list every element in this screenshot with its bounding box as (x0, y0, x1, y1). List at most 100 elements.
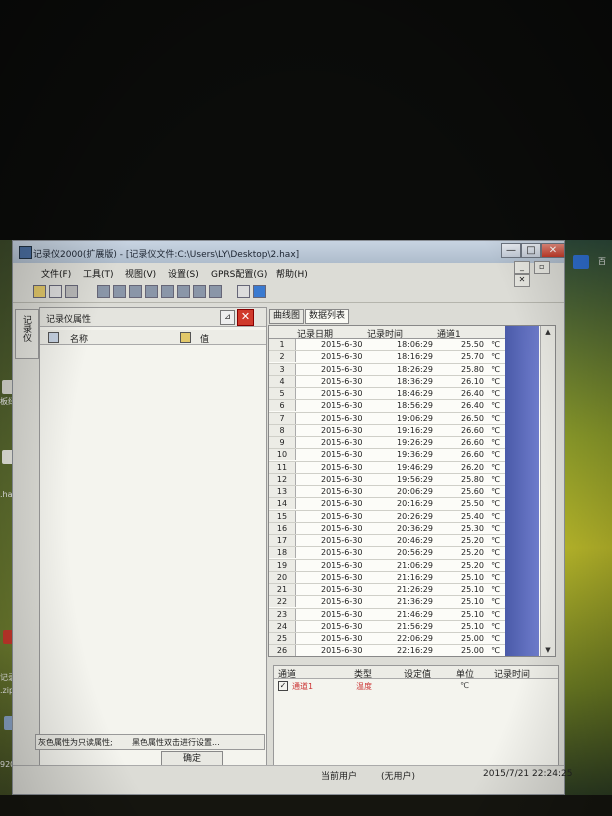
scroll-up-icon[interactable]: ▲ (542, 326, 554, 338)
vertical-scrollbar[interactable]: ▲ ▼ (540, 326, 555, 656)
row-number: 4 (269, 375, 296, 387)
menu-help[interactable]: 帮助(H) (276, 267, 308, 280)
cell-time: 20:56:29 (397, 548, 433, 558)
table-row[interactable]: 2 2015-6-30 18:16:29 25.70 ℃ (269, 351, 505, 364)
table-row[interactable]: 6 2015-6-30 18:56:29 26.40 ℃ (269, 400, 505, 413)
table-row[interactable]: 25 2015-6-30 22:06:29 25.00 ℃ (269, 633, 505, 646)
cell-time: 21:56:29 (397, 621, 433, 631)
cell-date: 2015-6-30 (321, 340, 363, 349)
channel-row[interactable]: ✓ 通道1 温度 ℃ (274, 680, 558, 692)
table-row[interactable]: 22 2015-6-30 21:36:29 25.10 ℃ (269, 596, 505, 609)
cell-unit: ℃ (491, 364, 500, 374)
table-row[interactable]: 12 2015-6-30 19:56:29 25.80 ℃ (269, 473, 505, 486)
add-icon[interactable] (253, 285, 266, 298)
sidebar-tab-logger[interactable]: 记录仪 (15, 309, 39, 359)
table-row[interactable]: 16 2015-6-30 20:36:29 25.30 ℃ (269, 522, 505, 535)
table-row[interactable]: 15 2015-6-30 20:26:29 25.40 ℃ (269, 510, 505, 523)
table-row[interactable]: 11 2015-6-30 19:46:29 26.20 ℃ (269, 461, 505, 474)
column-name[interactable]: 名称 (70, 332, 88, 345)
chart-icon[interactable] (177, 285, 190, 298)
menu-tools[interactable]: 工具(T) (83, 267, 114, 280)
menu-view[interactable]: 视图(V) (125, 267, 156, 280)
cell-date: 2015-6-30 (321, 364, 363, 374)
table-row[interactable]: 26 2015-6-30 22:16:29 25.00 ℃ (269, 645, 505, 656)
column-type[interactable]: 类型 (354, 667, 372, 680)
cell-unit: ℃ (491, 597, 500, 607)
baidu-icon[interactable] (573, 255, 589, 269)
cell-date: 2015-6-30 (321, 474, 363, 484)
grid-icon[interactable] (113, 285, 126, 298)
menu-file[interactable]: 文件(F) (41, 267, 71, 280)
cell-value: 25.10 (461, 597, 484, 607)
title-bar[interactable]: 记录仪2000(扩展版) - [记录仪文件:C:\Users\LY\Deskto… (13, 241, 565, 263)
table-row[interactable]: 9 2015-6-30 19:26:29 26.60 ℃ (269, 437, 505, 450)
table-row[interactable]: 21 2015-6-30 21:26:29 25.10 ℃ (269, 584, 505, 597)
column-unit[interactable]: 单位 (456, 667, 474, 680)
table-row[interactable]: 20 2015-6-30 21:16:29 25.10 ℃ (269, 571, 505, 584)
cell-value: 25.10 (461, 609, 484, 619)
table-row[interactable]: 10 2015-6-30 19:36:29 26.60 ℃ (269, 449, 505, 462)
table-icon[interactable] (237, 285, 250, 298)
panel-close-icon[interactable]: ✕ (237, 309, 254, 326)
diamond-icon[interactable] (129, 285, 142, 298)
cell-time: 20:16:29 (397, 499, 433, 509)
cell-unit: ℃ (491, 523, 500, 533)
column-channel[interactable]: 通道 (278, 667, 296, 680)
cell-unit: ℃ (491, 609, 500, 619)
maximize-button[interactable]: □ (521, 243, 541, 258)
column-value[interactable]: 值 (200, 332, 209, 345)
minimize-button[interactable]: — (501, 243, 521, 258)
row-number: 2 (269, 351, 296, 363)
table-row[interactable]: 4 2015-6-30 18:36:29 26.10 ℃ (269, 375, 505, 388)
cell-time: 20:46:29 (397, 536, 433, 545)
row-number: 22 (269, 596, 296, 608)
table-row[interactable]: 3 2015-6-30 18:26:29 25.80 ℃ (269, 363, 505, 376)
table-row[interactable]: 24 2015-6-30 21:56:29 25.10 ℃ (269, 620, 505, 633)
diamond-icon[interactable] (161, 285, 174, 298)
menu-gprs[interactable]: GPRS配置(G) (211, 267, 267, 280)
pin-icon[interactable]: ⊿ (220, 310, 235, 325)
tab-data-list[interactable]: 数据列表 (305, 309, 350, 324)
table-row[interactable]: 14 2015-6-30 20:16:29 25.50 ℃ (269, 498, 505, 511)
table-row[interactable]: 13 2015-6-30 20:06:29 25.60 ℃ (269, 486, 505, 499)
desktop-icon-label: 百 (598, 257, 606, 266)
row-number: 13 (269, 486, 296, 497)
table-row[interactable]: 1 2015-6-30 18:06:29 25.50 ℃ (269, 339, 505, 352)
row-number: 15 (269, 510, 296, 522)
close-button[interactable]: ✕ (541, 243, 565, 258)
table-row[interactable]: 5 2015-6-30 18:46:29 26.40 ℃ (269, 388, 505, 401)
tab-chart[interactable]: 曲线图 (269, 309, 305, 324)
table-row[interactable]: 18 2015-6-30 20:56:29 25.20 ℃ (269, 547, 505, 560)
row-number: 23 (269, 608, 296, 620)
cell-value: 25.40 (461, 511, 484, 521)
cell-value: 25.00 (461, 634, 484, 643)
save-icon[interactable] (49, 285, 62, 298)
sensor-icon[interactable] (209, 285, 222, 298)
diamond-icon[interactable] (145, 285, 158, 298)
table-row[interactable]: 8 2015-6-30 19:16:29 26.60 ℃ (269, 424, 505, 437)
row-number: 20 (269, 571, 296, 583)
table-row[interactable]: 7 2015-6-30 19:06:29 26.50 ℃ (269, 412, 505, 425)
cell-date: 2015-6-30 (321, 425, 363, 435)
table-row[interactable]: 23 2015-6-30 21:46:29 25.10 ℃ (269, 608, 505, 621)
table-row[interactable]: 19 2015-6-30 21:06:29 25.20 ℃ (269, 559, 505, 572)
cell-time: 19:46:29 (397, 462, 433, 472)
refresh-icon[interactable] (193, 285, 206, 298)
open-folder-icon[interactable] (33, 285, 46, 298)
column-record-time[interactable]: 记录时间 (494, 667, 530, 680)
row-number: 17 (269, 535, 296, 546)
cell-value: 25.80 (461, 364, 484, 374)
table-row[interactable]: 17 2015-6-30 20:46:29 25.20 ℃ (269, 535, 505, 548)
cell-time: 22:16:29 (397, 646, 433, 656)
cell-date: 2015-6-30 (321, 536, 363, 545)
copy-icon[interactable] (97, 285, 110, 298)
menu-settings[interactable]: 设置(S) (168, 267, 199, 280)
channel-checkbox[interactable]: ✓ (278, 681, 288, 691)
cell-unit: ℃ (491, 585, 500, 594)
print-icon[interactable] (65, 285, 78, 298)
column-setpoint[interactable]: 设定值 (404, 667, 431, 680)
scroll-down-icon[interactable]: ▼ (542, 644, 554, 656)
cell-value: 25.20 (461, 536, 484, 545)
app-window: 记录仪2000(扩展版) - [记录仪文件:C:\Users\LY\Deskto… (12, 240, 572, 795)
cell-unit: ℃ (491, 487, 500, 496)
